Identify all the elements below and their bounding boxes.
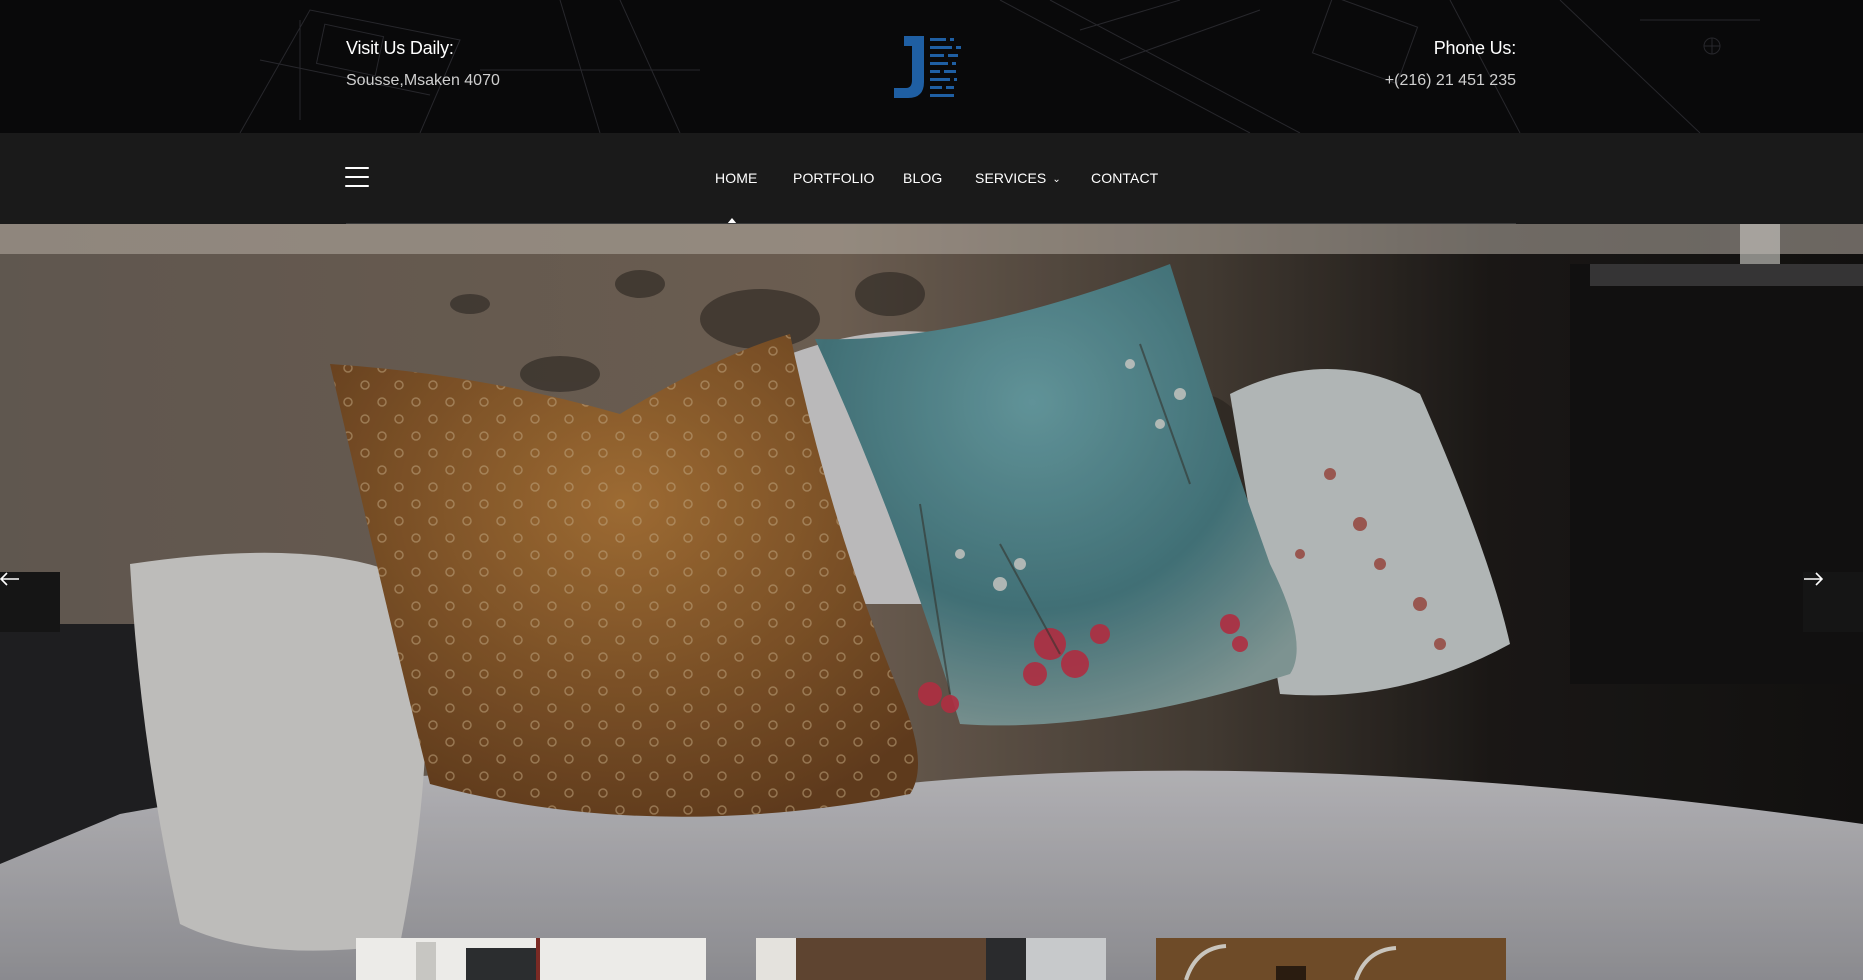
j-logo-icon [894, 36, 961, 98]
top-info-bar: Visit Us Daily: Sousse,Msaken 4070 Phone… [0, 0, 1863, 133]
phone-number[interactable]: +(216) 21 451 235 [1385, 72, 1516, 90]
arrow-right-icon [1804, 572, 1823, 586]
thumbnail-image [756, 938, 1106, 980]
phone-us-block: Phone Us: +(216) 21 451 235 [1385, 38, 1516, 90]
visit-us-title: Visit Us Daily: [346, 38, 454, 58]
nav-item-home[interactable]: HOME [715, 170, 757, 186]
interior-thumbnail-1[interactable] [356, 938, 706, 980]
interior-thumbnail-3[interactable] [1156, 938, 1506, 980]
nav-item-portfolio[interactable]: PORTFOLIO [793, 170, 875, 186]
slider-next-button[interactable] [1803, 572, 1863, 632]
visit-us-block: Visit Us Daily: Sousse,Msaken 4070 [346, 38, 500, 90]
phone-us-title: Phone Us: [1433, 38, 1516, 58]
nav-item-services-label: SERVICES [975, 170, 1047, 186]
nav-item-blog[interactable]: BLOG [903, 170, 942, 186]
slider-prev-button[interactable] [0, 572, 60, 632]
nav-item-contact[interactable]: CONTACT [1091, 170, 1158, 186]
hero-slider [0, 224, 1863, 980]
main-navigation: HOME PORTFOLIO BLOG SERVICES ⌄ CONTACT [0, 133, 1863, 224]
nav-item-services[interactable]: SERVICES ⌄ [975, 170, 1061, 186]
thumbnail-image [356, 938, 706, 980]
interior-thumbnail-2[interactable] [756, 938, 1106, 980]
nav-menu: HOME PORTFOLIO BLOG SERVICES ⌄ CONTACT [0, 133, 1863, 224]
site-logo[interactable] [890, 32, 970, 104]
pillows-on-bed-photo [0, 224, 1863, 980]
thumbnail-image [1156, 938, 1506, 980]
chevron-down-icon: ⌄ [1052, 174, 1061, 185]
arrow-left-icon [0, 572, 19, 586]
visit-us-address: Sousse,Msaken 4070 [346, 72, 500, 89]
